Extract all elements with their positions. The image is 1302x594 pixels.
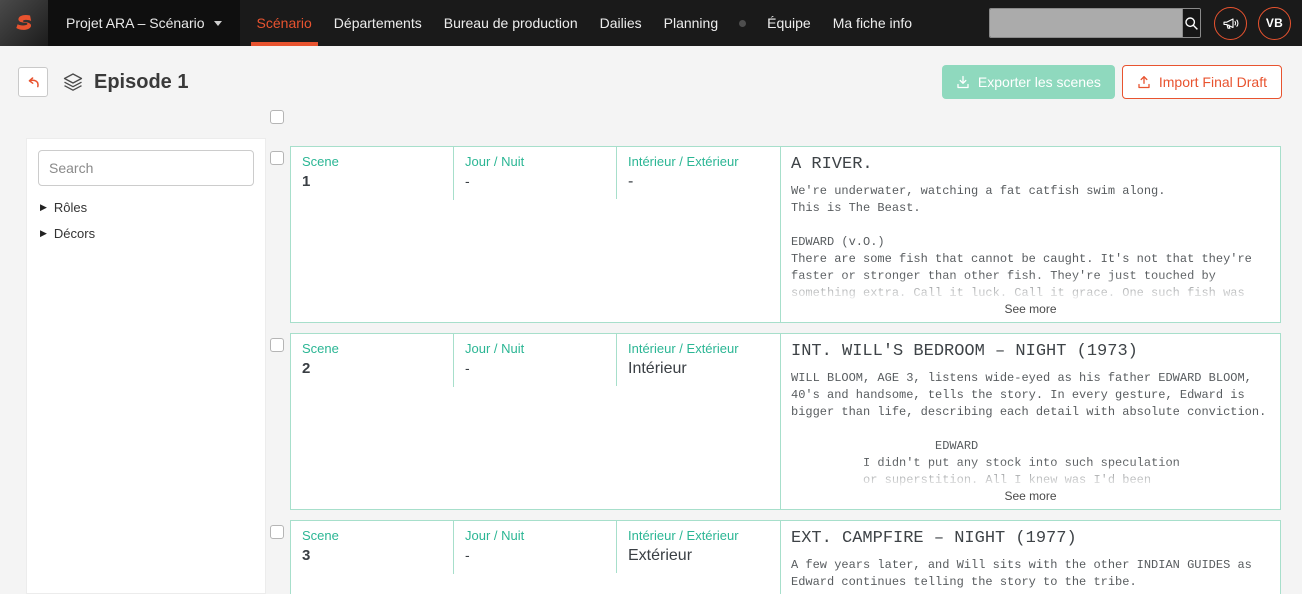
scene-row: Scene 2 Jour / Nuit - Intérieur / Extéri… — [270, 333, 1281, 510]
page-header: Episode 1 Exporter les scenes Import Fin… — [0, 46, 1302, 104]
select-all-checkbox[interactable] — [270, 110, 284, 124]
scene-row: Scene 3 Jour / Nuit - Intérieur / Extéri… — [270, 520, 1281, 594]
filters-sidebar: ▶ Rôles ▶ Décors — [26, 138, 266, 594]
scene-slugline: A RIVER. — [791, 155, 1272, 174]
nav-item-sc-nario[interactable]: Scénario — [246, 0, 323, 46]
project-selector-label: Projet ARA – Scénario — [66, 15, 205, 31]
tree-item-r-les[interactable]: ▶ Rôles — [40, 200, 254, 215]
nav-search-input[interactable] — [990, 9, 1182, 37]
scene-list: Scene 1 Jour / Nuit - Intérieur / Extéri… — [270, 104, 1281, 594]
back-button[interactable] — [18, 67, 48, 97]
scene-number-cell: Scene 1 — [291, 147, 454, 200]
back-arrow-icon — [25, 74, 41, 90]
import-final-draft-label: Import Final Draft — [1159, 74, 1267, 90]
avatar-initials: VB — [1266, 16, 1283, 30]
upload-icon — [1137, 75, 1151, 89]
scene-number-cell: Scene 2 — [291, 334, 454, 387]
int-ext-value: Extérieur — [628, 547, 770, 565]
megaphone-icon — [1222, 16, 1239, 31]
scene-text-column: EXT. CAMPFIRE – NIGHT (1977) A few years… — [780, 521, 1280, 594]
scene-card[interactable]: Scene 1 Jour / Nuit - Intérieur / Extéri… — [290, 146, 1281, 323]
nav-item-dailies[interactable]: Dailies — [589, 0, 653, 46]
scene-number-cell: Scene 3 — [291, 521, 454, 574]
scene-checkbox[interactable] — [270, 525, 284, 539]
nav-item-planning[interactable]: Planning — [653, 0, 730, 46]
tree-item-label: Décors — [54, 226, 95, 241]
scene-text-column: A RIVER. We're underwater, watching a fa… — [780, 147, 1280, 322]
int-ext-column-label: Intérieur / Extérieur — [628, 341, 770, 356]
scene-checkbox[interactable] — [270, 151, 284, 165]
main-content: ▶ Rôles ▶ Décors Scene 1 Jour / Nuit - Inté… — [0, 104, 1302, 594]
scene-column-label: Scene — [302, 528, 443, 543]
day-night-value: - — [465, 360, 606, 376]
scene-card[interactable]: Scene 3 Jour / Nuit - Intérieur / Extéri… — [290, 520, 1281, 594]
tree-expand-icon: ▶ — [40, 228, 47, 239]
see-more-link[interactable]: See more — [781, 489, 1280, 509]
int-ext-cell: Intérieur / Extérieur - — [617, 147, 780, 201]
nav-search-button[interactable] — [1182, 9, 1200, 37]
scene-number: 1 — [302, 173, 443, 190]
nav-item-d-partements[interactable]: Départements — [323, 0, 433, 46]
nav-search — [989, 8, 1201, 38]
scene-checkbox[interactable] — [270, 338, 284, 352]
scene-row: Scene 1 Jour / Nuit - Intérieur / Extéri… — [270, 146, 1281, 323]
tree-expand-icon: ▶ — [40, 202, 47, 213]
app-logo[interactable] — [0, 0, 48, 46]
scene-text-column: INT. WILL'S BEDROOM – NIGHT (1973) WILL … — [780, 334, 1280, 509]
int-ext-value: Intérieur — [628, 360, 770, 378]
day-night-value: - — [465, 173, 606, 189]
scene-script-excerpt: WILL BLOOM, AGE 3, listens wide-eyed as … — [791, 370, 1272, 506]
nav-right-cluster: VB — [989, 0, 1302, 46]
nav-item-bureau-de-production[interactable]: Bureau de production — [433, 0, 589, 46]
int-ext-cell: Intérieur / Extérieur Intérieur — [617, 334, 780, 388]
scene-column-label: Scene — [302, 341, 443, 356]
tree-item-d-cors[interactable]: ▶ Décors — [40, 226, 254, 241]
download-icon — [956, 75, 970, 89]
scene-card[interactable]: Scene 2 Jour / Nuit - Intérieur / Extéri… — [290, 333, 1281, 510]
user-avatar[interactable]: VB — [1258, 7, 1291, 40]
nav-menu: ScénarioDépartementsBureau de production… — [246, 0, 924, 46]
select-all-row — [270, 110, 1281, 129]
sidebar-search-input[interactable] — [38, 150, 254, 186]
day-night-column-label: Jour / Nuit — [465, 341, 606, 356]
export-scenes-button[interactable]: Exporter les scenes — [942, 65, 1115, 99]
import-final-draft-button[interactable]: Import Final Draft — [1122, 65, 1282, 99]
tree-item-label: Rôles — [54, 200, 87, 215]
int-ext-column-label: Intérieur / Extérieur — [628, 528, 770, 543]
nav-item-ma-fiche-info[interactable]: Ma fiche info — [822, 0, 923, 46]
day-night-value: - — [465, 547, 606, 563]
top-nav: Projet ARA – Scénario ScénarioDépartemen… — [0, 0, 1302, 46]
export-scenes-label: Exporter les scenes — [978, 74, 1101, 90]
scene-cards: Scene 1 Jour / Nuit - Intérieur / Extéri… — [270, 146, 1281, 594]
caret-down-icon — [214, 21, 222, 26]
nav-item--quipe[interactable]: Équipe — [756, 0, 822, 46]
scene-slugline: INT. WILL'S BEDROOM – NIGHT (1973) — [791, 342, 1272, 361]
scene-script-excerpt: A few years later, and Will sits with th… — [791, 557, 1272, 591]
page-title: Episode 1 — [94, 71, 188, 94]
search-icon — [1184, 16, 1199, 31]
filter-tree: ▶ Rôles ▶ Décors — [38, 200, 254, 241]
header-actions: Exporter les scenes Import Final Draft — [942, 65, 1282, 99]
announcements-button[interactable] — [1214, 7, 1247, 40]
day-night-cell: Jour / Nuit - — [454, 521, 617, 573]
layers-icon — [62, 72, 84, 92]
project-selector[interactable]: Projet ARA – Scénario — [48, 0, 240, 46]
see-more-link[interactable]: See more — [781, 302, 1280, 322]
scene-slugline: EXT. CAMPFIRE – NIGHT (1977) — [791, 529, 1272, 548]
int-ext-value: - — [628, 173, 770, 191]
int-ext-cell: Intérieur / Extérieur Extérieur — [617, 521, 780, 575]
scene-number: 2 — [302, 360, 443, 377]
scene-column-label: Scene — [302, 154, 443, 169]
day-night-cell: Jour / Nuit - — [454, 334, 617, 386]
day-night-column-label: Jour / Nuit — [465, 154, 606, 169]
int-ext-column-label: Intérieur / Extérieur — [628, 154, 770, 169]
nav-separator-dot — [739, 20, 746, 27]
day-night-cell: Jour / Nuit - — [454, 147, 617, 199]
logo-swoosh-icon — [13, 13, 35, 33]
day-night-column-label: Jour / Nuit — [465, 528, 606, 543]
scene-number: 3 — [302, 547, 443, 564]
